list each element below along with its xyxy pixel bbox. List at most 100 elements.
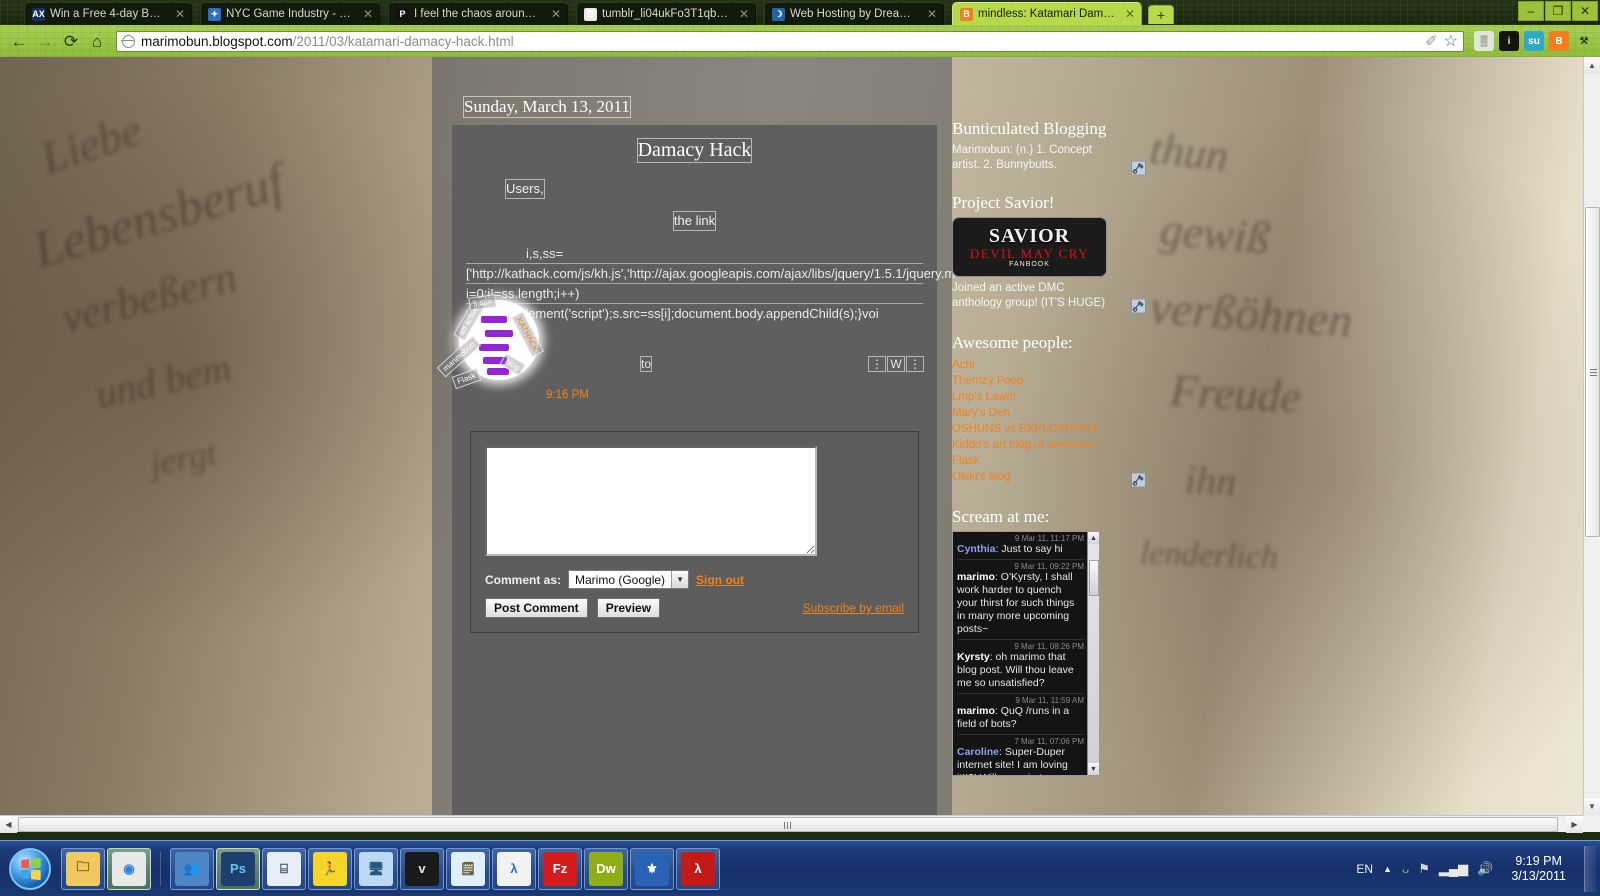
calculator-icon[interactable]: ⌸: [267, 851, 301, 886]
aim-running-man-icon[interactable]: 🏃: [313, 851, 347, 886]
back-button[interactable]: ←: [6, 28, 32, 54]
adobe-acrobat-icon[interactable]: λ: [681, 851, 715, 886]
blogger-icon[interactable]: B: [1549, 31, 1569, 51]
language-indicator[interactable]: EN: [1356, 862, 1373, 876]
wrench-screwdriver-icon[interactable]: [1131, 299, 1146, 313]
people-link-4[interactable]: OSHUNS vs EXPLOSHUNS: [952, 421, 1112, 437]
browser-tab-3[interactable]: ☰ tumblr_li04ukFo3T1qbsd... ✕: [576, 2, 756, 25]
tab-close-icon[interactable]: ✕: [1121, 7, 1135, 21]
reload-button[interactable]: ⟳: [58, 28, 84, 54]
minimize-button[interactable]: –: [1518, 1, 1544, 21]
my-computer-icon[interactable]: 🖥: [359, 851, 393, 886]
tab-close-icon[interactable]: ✕: [171, 7, 185, 21]
taskbar-slot[interactable]: 🗒: [446, 847, 490, 890]
people-link-0[interactable]: Achi: [952, 357, 1112, 373]
katamari-ball[interactable]: marimobun an active blog Flask KATHACK s,ss=: [436, 294, 544, 390]
people-link-7[interactable]: Okiki's blog: [952, 469, 1112, 485]
scroll-up-arrow-icon[interactable]: ▲: [1584, 57, 1600, 74]
sign-out-link[interactable]: Sign out: [696, 573, 744, 587]
taskbar-slot[interactable]: ⌸: [262, 847, 306, 890]
action-center-flag-icon[interactable]: ⚑: [1418, 861, 1430, 877]
browser-tab-1[interactable]: ✦ NYC Game Industry - Be ... ✕: [200, 2, 380, 25]
chrome-wrench-menu-icon[interactable]: ⚒: [1574, 31, 1594, 51]
taskbar-slot[interactable]: Fz: [538, 847, 582, 890]
page-vertical-scrollbar[interactable]: ▲ ▼: [1583, 57, 1600, 815]
clock[interactable]: 9:19 PM 3/13/2011: [1503, 854, 1574, 884]
tab-close-icon[interactable]: ✕: [923, 7, 937, 21]
scroll-down-arrow-icon[interactable]: ▼: [1584, 798, 1600, 815]
notepad-icon[interactable]: 🗒: [451, 851, 485, 886]
horizontal-scrollbar-thumb[interactable]: [18, 817, 1558, 832]
browser-tab-0[interactable]: AX Win a Free 4-day Badge t... ✕: [24, 2, 192, 25]
people-link-2[interactable]: Lmp's Lawn!: [952, 389, 1112, 405]
wireless-network-icon[interactable]: ᴗ: [1402, 861, 1409, 876]
filezilla-icon[interactable]: Fz: [543, 851, 577, 886]
scroll-down-arrow-icon[interactable]: ▼: [1088, 763, 1099, 775]
scrollbar-thumb[interactable]: [1089, 560, 1099, 596]
windows-explorer-icon[interactable]: 🗀: [66, 851, 100, 886]
signal-bars-icon[interactable]: ▂▄▆: [1439, 861, 1468, 877]
browser-tab-2[interactable]: P I feel the chaos around m... ✕: [388, 2, 568, 25]
taskbar-slot[interactable]: 🖥: [354, 847, 398, 890]
show-hidden-icons-arrow[interactable]: ▲: [1383, 864, 1392, 874]
wrench-screwdriver-icon[interactable]: [1131, 473, 1146, 487]
inkscape-icon[interactable]: ⚜: [635, 851, 669, 886]
bookmark-star-icon[interactable]: ☆: [1444, 32, 1458, 51]
taskbar-slot[interactable]: ◉: [107, 847, 151, 890]
chevron-down-icon[interactable]: ▼: [671, 571, 689, 588]
volume-icon[interactable]: 🔊: [1477, 861, 1493, 877]
close-button[interactable]: ✕: [1572, 1, 1598, 21]
tab-close-icon[interactable]: ✕: [359, 7, 373, 21]
people-link-1[interactable]: Thernzy Poop: [952, 373, 1112, 389]
feather-pen-icon[interactable]: ✐: [1425, 32, 1438, 50]
people-link-6[interactable]: Flask: [952, 453, 1112, 469]
share-w-icon[interactable]: W: [887, 356, 905, 372]
shoutbox-timestamp: 7 Mar 11, 07:06 PM: [1014, 737, 1084, 746]
msn-messenger-icon[interactable]: 👥: [175, 851, 209, 886]
taskbar-slot[interactable]: λ: [492, 847, 536, 890]
restore-button[interactable]: ❐: [1545, 1, 1571, 21]
scroll-left-arrow-icon[interactable]: ◀: [0, 816, 17, 833]
people-link-3[interactable]: Mary's Den: [952, 405, 1112, 421]
identity-select[interactable]: Marimo (Google) ▼: [568, 570, 690, 589]
browser-tab-4[interactable]: ☽ Web Hosting by DreamH... ✕: [764, 2, 944, 25]
scroll-up-arrow-icon[interactable]: ▲: [1088, 532, 1099, 544]
comment-textarea[interactable]: [485, 446, 817, 556]
taskbar-slot[interactable]: 👥: [170, 847, 214, 890]
qr-code-icon[interactable]: ▒: [1474, 31, 1494, 51]
scroll-right-arrow-icon[interactable]: ▶: [1566, 816, 1583, 833]
info-badge-icon[interactable]: i: [1499, 31, 1519, 51]
photoshop-icon[interactable]: Ps: [221, 851, 255, 886]
start-button[interactable]: [3, 844, 57, 894]
shoutbox-scrollbar[interactable]: ▲ ▼: [1087, 532, 1099, 775]
tab-close-icon[interactable]: ✕: [735, 7, 749, 21]
tab-close-icon[interactable]: ✕: [547, 7, 561, 21]
taskbar-slot[interactable]: 🏃: [308, 847, 352, 890]
people-link-5[interactable]: Kiddo's art blog of awesome: [952, 437, 1112, 453]
stumbleupon-icon[interactable]: su: [1524, 31, 1544, 51]
wrench-screwdriver-icon[interactable]: [1131, 161, 1146, 175]
new-tab-button[interactable]: +: [1148, 5, 1174, 24]
taskbar-slot[interactable]: 🗀: [61, 847, 105, 890]
taskbar-slot[interactable]: ⚜: [630, 847, 674, 890]
taskbar-slot[interactable]: ᴠ: [400, 847, 444, 890]
home-button[interactable]: ⌂: [84, 28, 110, 54]
address-bar[interactable]: marimobun.blogspot.com/2011/03/katamari-…: [116, 30, 1464, 52]
google-chrome-icon[interactable]: ◉: [112, 851, 146, 886]
page-horizontal-scrollbar[interactable]: ◀ ▶: [0, 815, 1583, 833]
black-whale-icon[interactable]: ᴠ: [405, 851, 439, 886]
savior-banner-image[interactable]: SAVIOR DEVIL MAY CRY FANBOOK: [952, 217, 1107, 277]
dreamweaver-icon[interactable]: Dw: [589, 851, 623, 886]
browser-tab-5[interactable]: Bmindless: Katamari Dama... ✕: [952, 2, 1142, 25]
xnview-icon[interactable]: λ: [497, 851, 531, 886]
subscribe-by-email-link[interactable]: Subscribe by email: [803, 601, 904, 615]
shoutbox-widget[interactable]: 9 Mar 11, 11:17 PM Cynthia: Just to say h…: [952, 531, 1100, 776]
preview-button[interactable]: Preview: [596, 598, 661, 618]
taskbar-slot[interactable]: λ: [676, 847, 720, 890]
vertical-scrollbar-thumb[interactable]: [1585, 207, 1600, 537]
taskbar-slot[interactable]: Dw: [584, 847, 628, 890]
post-comment-button[interactable]: Post Comment: [485, 598, 588, 618]
forward-button[interactable]: →: [32, 28, 58, 54]
show-desktop-button[interactable]: [1584, 845, 1596, 892]
taskbar-slot[interactable]: Ps: [216, 847, 260, 890]
